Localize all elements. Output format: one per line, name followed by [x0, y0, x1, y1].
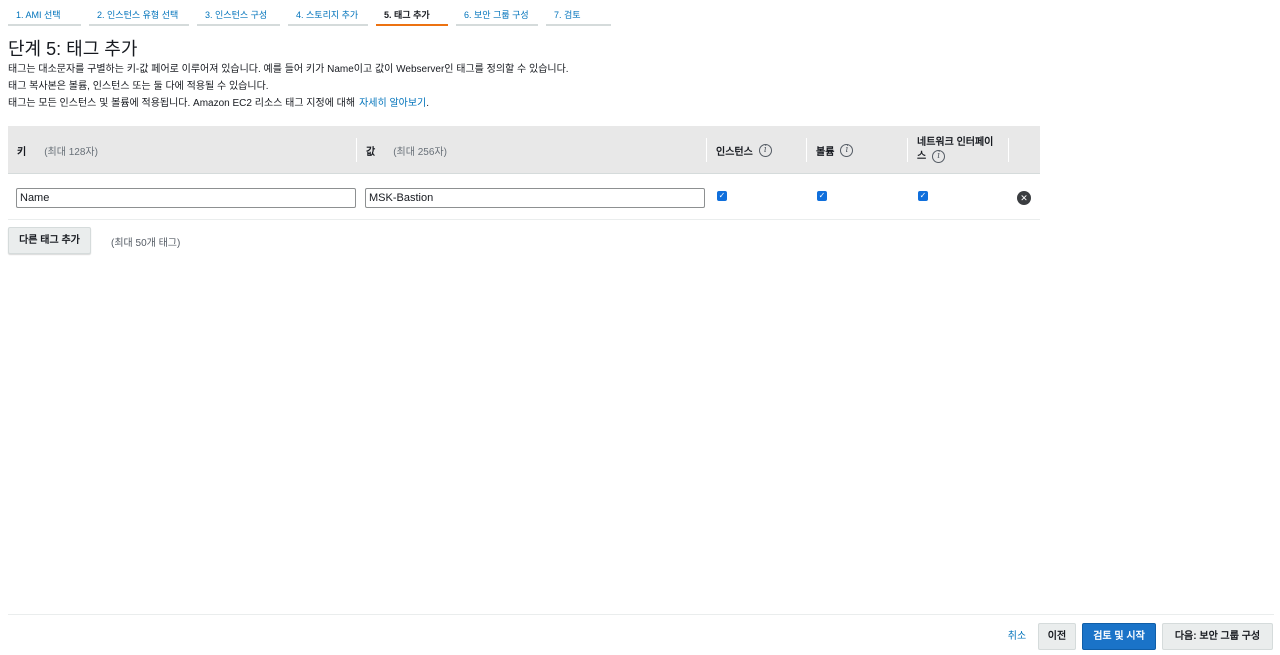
step-instance-type[interactable]: 2. 인스턴스 유형 선택	[89, 0, 189, 26]
header-key-label: 키	[17, 146, 27, 158]
header-key: 키 (최대 128자)	[17, 126, 98, 174]
info-icon[interactable]: i	[840, 143, 854, 157]
header-network-interfaces-line1: 네트워크 인터페이	[917, 136, 994, 148]
review-and-launch-button[interactable]: 검토 및 시작	[1082, 623, 1156, 650]
step-add-tags: 5. 태그 추가	[376, 0, 448, 26]
header-volumes: 볼륨 i	[816, 126, 854, 174]
footer-divider	[8, 614, 1274, 615]
header-value: 값 (최대 256자)	[366, 126, 447, 174]
description-line-1: 태그는 대소문자를 구별하는 키-값 페어로 이루어져 있습니다. 예를 들어 …	[8, 64, 569, 75]
table-row: ✓ ✓ ✓ ✕	[8, 174, 1040, 220]
step-ami[interactable]: 1. AMI 선택	[8, 0, 81, 26]
header-instances: 인스턴스 i	[716, 126, 772, 174]
description-line-2: 태그 복사본은 볼륨, 인스턴스 또는 둘 다에 적용될 수 있습니다.	[8, 81, 269, 92]
tag-limit-note: (최대 50개 태그)	[111, 238, 181, 249]
tag-key-input[interactable]	[16, 188, 356, 208]
header-divider	[1008, 138, 1009, 162]
header-network-interfaces-line2: 스	[917, 151, 927, 163]
header-network-interfaces: 네트워크 인터페이 스i	[917, 126, 993, 174]
step-storage[interactable]: 4. 스토리지 추가	[288, 0, 368, 26]
info-icon[interactable]: i	[932, 149, 946, 163]
header-key-hint: (최대 128자)	[44, 146, 98, 158]
add-tag-button[interactable]: 다른 태그 추가	[8, 227, 91, 254]
wizard-steps: 1. AMI 선택 2. 인스턴스 유형 선택 3. 인스턴스 구성 4. 스토…	[8, 0, 619, 26]
header-instances-label: 인스턴스	[716, 146, 753, 158]
tag-table-header: 키 (최대 128자) 값 (최대 256자) 인스턴스 i 볼륨 i 네트워크…	[8, 126, 1040, 174]
description-line-3: 태그는 모든 인스턴스 및 볼륨에 적용됩니다. Amazon EC2 리소스 …	[8, 94, 429, 109]
description-text: 태그는 모든 인스턴스 및 볼륨에 적용됩니다. Amazon EC2 리소스 …	[8, 98, 356, 109]
header-divider	[907, 138, 908, 162]
page-title: 단계 5: 태그 추가	[8, 39, 138, 59]
header-divider	[356, 138, 357, 162]
header-divider	[806, 138, 807, 162]
header-value-hint: (최대 256자)	[393, 146, 447, 158]
previous-button[interactable]: 이전	[1038, 623, 1076, 650]
tag-value-input[interactable]	[365, 188, 705, 208]
tag-table: 키 (최대 128자) 값 (최대 256자) 인스턴스 i 볼륨 i 네트워크…	[8, 126, 1040, 220]
learn-more-link[interactable]: 자세히 알아보기	[359, 98, 426, 109]
remove-tag-icon[interactable]: ✕	[1017, 191, 1031, 205]
header-value-label: 값	[366, 146, 376, 158]
header-volumes-label: 볼륨	[816, 146, 835, 158]
step-instance-config[interactable]: 3. 인스턴스 구성	[197, 0, 280, 26]
network-interfaces-checkbox[interactable]: ✓	[918, 191, 928, 201]
next-security-group-button[interactable]: 다음: 보안 그룹 구성	[1162, 623, 1273, 650]
description-end: .	[426, 98, 430, 109]
info-icon[interactable]: i	[758, 143, 772, 157]
volumes-checkbox[interactable]: ✓	[817, 191, 827, 201]
step-security-group[interactable]: 6. 보안 그룹 구성	[456, 0, 538, 26]
step-review[interactable]: 7. 검토	[546, 0, 611, 26]
cancel-button[interactable]: 취소	[1000, 623, 1034, 650]
header-divider	[706, 138, 707, 162]
instances-checkbox[interactable]: ✓	[717, 191, 727, 201]
